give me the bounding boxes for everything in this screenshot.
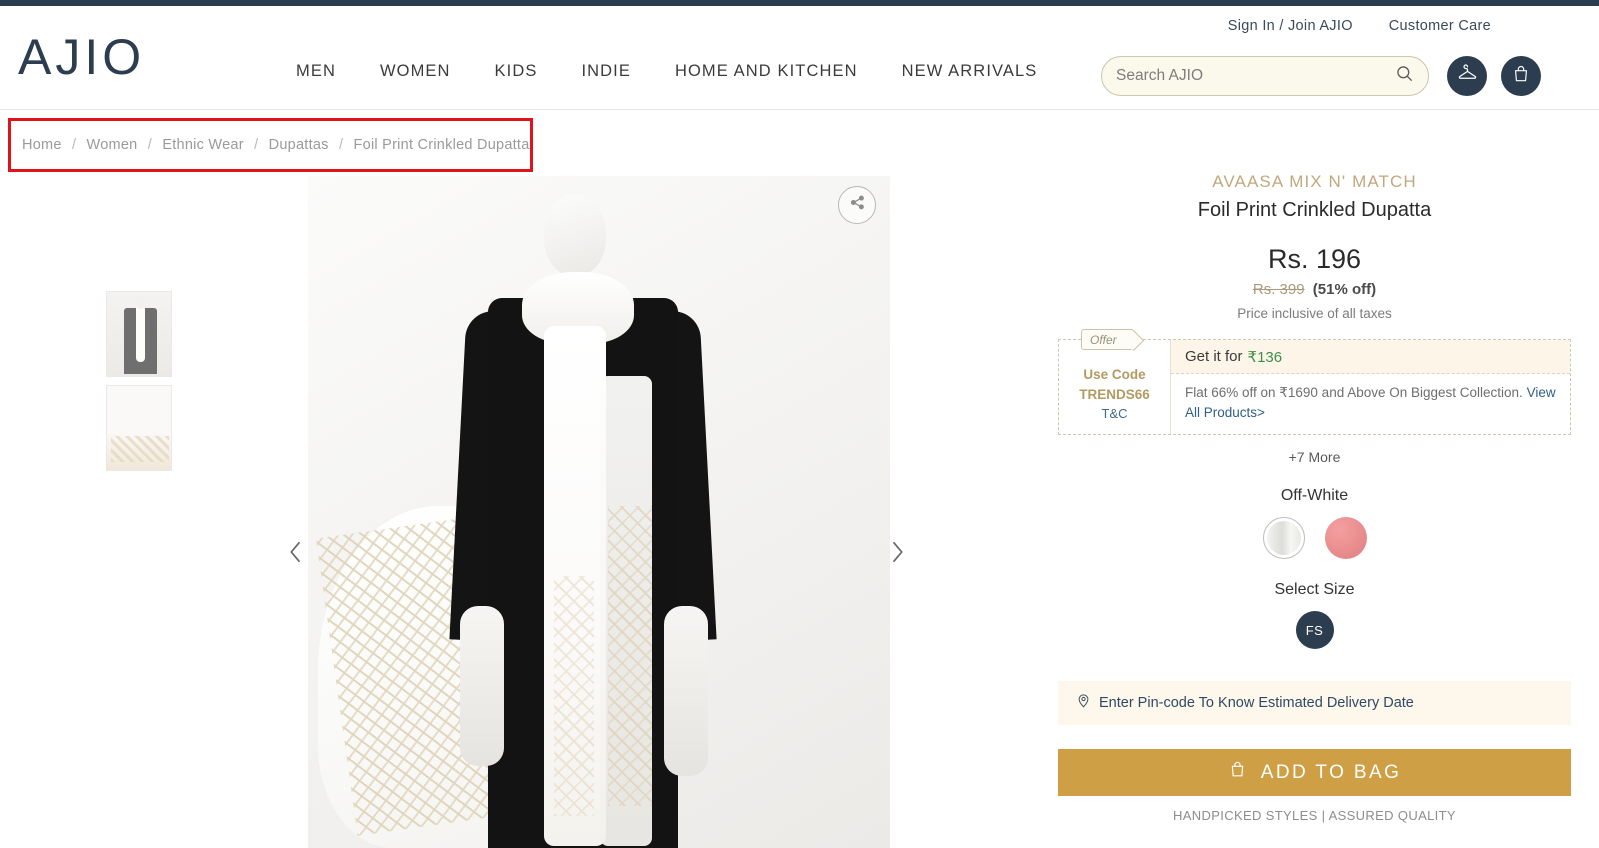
sign-in-link[interactable]: Sign In / Join AJIO: [1228, 18, 1353, 34]
nav-item-kids[interactable]: KIDS: [495, 62, 538, 81]
offer-coupon-code: TRENDS66: [1079, 386, 1150, 402]
offer-description-wrap: Flat 66% off on ₹1690 and Above On Bigge…: [1171, 374, 1570, 434]
breadcrumb-separator: /: [254, 137, 259, 153]
offer-discounted-price: ₹136: [1247, 348, 1283, 366]
trust-tagline: HANDPICKED STYLES | ASSURED QUALITY: [1173, 808, 1456, 823]
mannequin-arm-right: [664, 606, 708, 776]
location-pin-icon: [1076, 692, 1091, 714]
foil-print-pattern: [554, 576, 594, 816]
product-title: Foil Print Crinkled Dupatta: [1197, 199, 1432, 221]
breadcrumb-bar: Home / Women / Ethnic Wear / Dupattas / …: [0, 120, 1599, 170]
offer-use-code-line1: Use Code: [1083, 366, 1146, 382]
main-product-image[interactable]: [308, 176, 890, 848]
breadcrumb-item-current: Foil Print Crinkled Dupatta: [353, 137, 530, 153]
cart-button[interactable]: [1501, 56, 1541, 96]
shopping-bag-icon: [1228, 760, 1247, 785]
gallery-prev-button[interactable]: [280, 532, 310, 576]
product-mrp: Rs. 399: [1252, 281, 1305, 298]
add-to-bag-label: ADD TO BAG: [1260, 761, 1402, 783]
offer-tag-badge: Offer: [1081, 329, 1134, 350]
color-swatch-off-white[interactable]: [1262, 517, 1305, 559]
thumbnail-list: [106, 291, 172, 479]
color-swatch-fill: [1266, 521, 1301, 555]
breadcrumb-item-dupattas[interactable]: Dupattas: [269, 137, 329, 153]
chevron-right-icon: [889, 539, 906, 570]
search-icon[interactable]: [1395, 64, 1414, 88]
breadcrumb-item-women[interactable]: Women: [87, 137, 138, 153]
nav-item-women[interactable]: WOMEN: [380, 62, 451, 81]
size-option-fs[interactable]: FS: [1295, 611, 1334, 649]
chevron-left-icon: [287, 539, 304, 570]
search-bar[interactable]: [1101, 56, 1429, 96]
nav-item-men[interactable]: MEN: [296, 62, 336, 81]
offer-tnc-link[interactable]: T&C: [1102, 406, 1128, 421]
breadcrumb-separator: /: [71, 137, 77, 153]
nav-item-new-arrivals[interactable]: NEW ARRIVALS: [902, 62, 1038, 81]
search-input[interactable]: [1116, 67, 1395, 85]
product-brand[interactable]: AVAASA MIX N' MATCH: [1030, 172, 1599, 192]
more-offers-link[interactable]: +7 More: [1030, 449, 1599, 465]
ajio-logo[interactable]: AJIO: [18, 28, 145, 86]
color-swatch-list: [1030, 517, 1599, 559]
breadcrumb: Home / Women / Ethnic Wear / Dupattas / …: [22, 137, 530, 153]
thumbnail-figure: [111, 436, 169, 462]
thumbnail-item[interactable]: [106, 291, 172, 377]
product-price: Rs. 196: [1267, 244, 1362, 274]
site-header: AJIO Sign In / Join AJIO Customer Care M…: [0, 6, 1599, 110]
pincode-entry[interactable]: Enter Pin-code To Know Estimated Deliver…: [1058, 681, 1571, 725]
pincode-label: Enter Pin-code To Know Estimated Deliver…: [1099, 695, 1414, 711]
breadcrumb-separator: /: [338, 137, 344, 153]
select-size-label: Select Size: [1274, 581, 1355, 598]
offer-get-it-for: Get it for ₹136: [1171, 340, 1570, 374]
main-navigation: MEN WOMEN KIDS INDIE HOME AND KITCHEN NE…: [296, 62, 1037, 81]
mannequin-head: [544, 194, 606, 276]
breadcrumb-separator: /: [147, 137, 153, 153]
product-discount: (51% off): [1312, 281, 1377, 298]
thumbnail-figure: [135, 296, 146, 309]
breadcrumb-item-home[interactable]: Home: [22, 137, 62, 153]
product-gallery: [0, 176, 1030, 848]
thumbnail-item[interactable]: [106, 385, 172, 471]
offer-description: Flat 66% off on ₹1690 and Above On Bigge…: [1185, 385, 1523, 400]
add-to-bag-button[interactable]: ADD TO BAG: [1058, 749, 1571, 796]
gallery-next-button[interactable]: [882, 532, 912, 576]
mannequin-arm-left: [460, 606, 504, 766]
utility-links: Sign In / Join AJIO Customer Care: [1228, 18, 1491, 34]
offer-box: Offer Use Code TRENDS66 T&C Get it for ₹…: [1058, 329, 1571, 435]
hanger-icon: [1457, 63, 1478, 89]
foil-print-pattern: [608, 506, 652, 806]
product-detail-page: AJIO Sign In / Join AJIO Customer Care M…: [0, 0, 1599, 848]
share-button[interactable]: [838, 186, 876, 224]
color-swatch-pink[interactable]: [1324, 517, 1367, 559]
product-price-details: Rs. 399 (51% off): [1030, 281, 1599, 298]
selected-color-label: Off-White: [1280, 487, 1349, 504]
nav-item-home-and-kitchen[interactable]: HOME AND KITCHEN: [675, 62, 858, 81]
shopping-bag-icon: [1511, 64, 1531, 89]
offer-code-section: Use Code TRENDS66 T&C: [1059, 340, 1171, 434]
offer-detail-section: Get it for ₹136 Flat 66% off on ₹1690 an…: [1171, 340, 1570, 434]
product-info-panel: AVAASA MIX N' MATCH Foil Print Crinkled …: [1030, 172, 1599, 848]
account-button[interactable]: [1447, 56, 1487, 96]
share-icon: [849, 194, 866, 216]
breadcrumb-item-ethnic-wear[interactable]: Ethnic Wear: [162, 137, 243, 153]
thumbnail-figure: [136, 300, 145, 362]
tax-note: Price inclusive of all taxes: [1237, 306, 1392, 321]
customer-care-link[interactable]: Customer Care: [1389, 18, 1491, 34]
size-option-list: FS: [1030, 611, 1599, 649]
offer-get-it-label: Get it for: [1185, 348, 1243, 365]
nav-item-indie[interactable]: INDIE: [581, 62, 631, 81]
